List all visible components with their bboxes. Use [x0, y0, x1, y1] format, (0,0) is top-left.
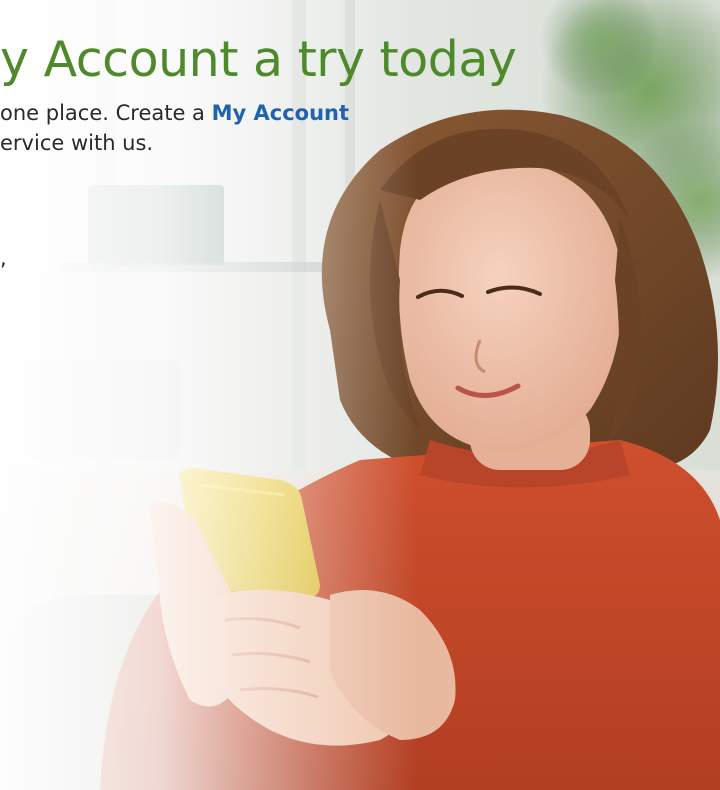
hero-body-line-2: ervice with us. — [0, 131, 154, 155]
hero-body-text: one place. Create a My Account ervice wi… — [0, 98, 349, 158]
hero-headline: y Account a try today — [0, 31, 517, 88]
promo-hero: y Account a try today one place. Create … — [0, 0, 720, 790]
my-account-link[interactable]: My Account — [212, 101, 349, 125]
hero-body-prefix: one place. Create a — [0, 101, 212, 125]
hero-body-line-1: one place. Create a My Account — [0, 98, 349, 128]
hero-stray-comma: , — [0, 246, 7, 270]
